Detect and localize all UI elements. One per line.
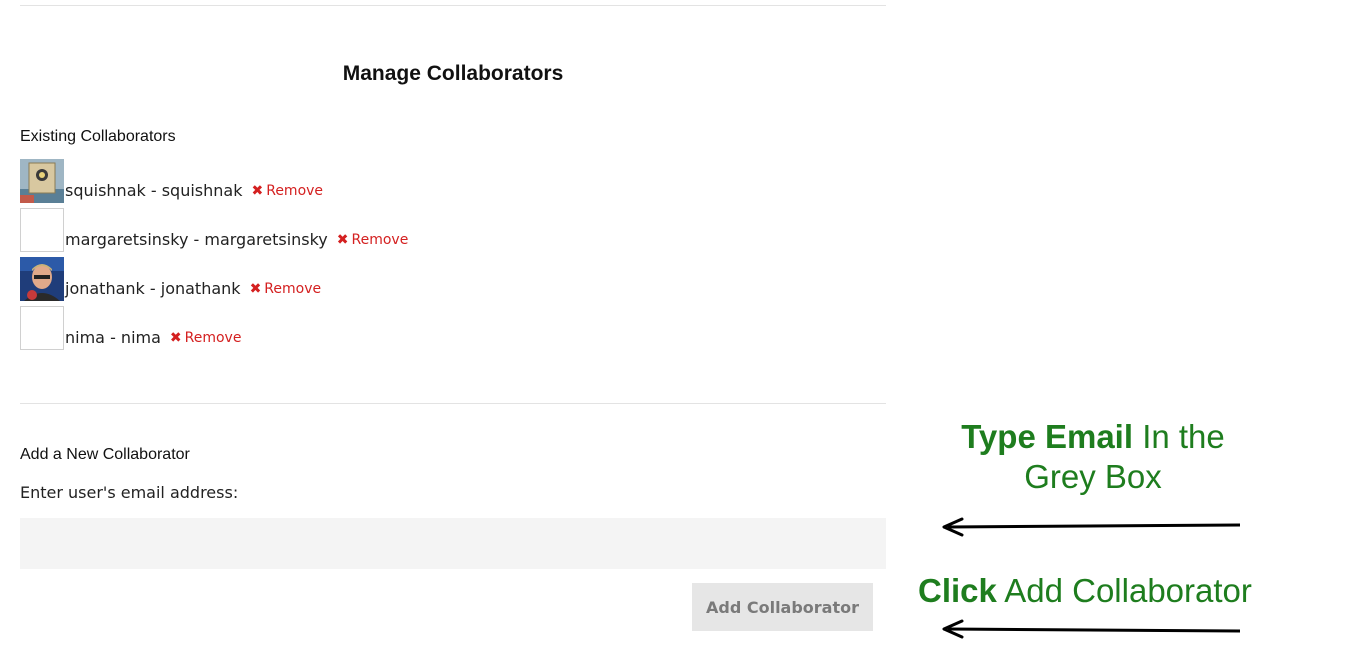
avatar [20,306,64,350]
collaborator-row: jonathank - jonathank ✖ Remove [20,255,321,301]
click-rest: Add Collaborator [1004,572,1252,609]
remove-label: Remove [184,330,242,346]
add-collaborator-heading: Add a New Collaborator [20,446,190,463]
page-title: Manage Collaborators [342,62,564,85]
remove-label: Remove [351,232,409,248]
email-input[interactable] [20,518,886,569]
section-divider [20,403,886,404]
collaborator-name: jonathank - jonathank [65,279,241,298]
x-icon: ✖ [169,330,182,346]
type-email-line2: Grey Box [1024,458,1162,495]
remove-link[interactable]: ✖ Remove [170,328,242,348]
remove-link[interactable]: ✖ Remove [251,181,323,201]
collaborator-row: squishnak - squishnak ✖ Remove [20,157,323,203]
top-divider [20,5,886,6]
collaborator-row: nima - nima ✖ Remove [20,304,241,350]
type-email-bold: Type Email [961,418,1134,455]
avatar [20,257,64,301]
existing-collaborators-heading: Existing Collaborators [20,128,176,145]
click-add-note: Click Add Collaborator [918,571,1313,611]
x-icon: ✖ [249,281,262,297]
collaborator-name: nima - nima [65,328,161,347]
click-bold: Click [918,572,997,609]
remove-label: Remove [264,281,322,297]
remove-label: Remove [266,183,324,199]
left-arrow-icon [942,517,1241,537]
collaborator-name: squishnak - squishnak [65,181,243,200]
left-arrow-icon [942,619,1241,639]
remove-link[interactable]: ✖ Remove [337,230,409,250]
type-email-rest: In the [1142,418,1225,455]
x-icon: ✖ [251,183,264,199]
collaborator-row: margaretsinsky - margaretsinsky ✖ Remove [20,206,408,252]
add-collaborator-button[interactable]: Add Collaborator [692,583,873,631]
type-email-note: Type Email In the Grey Box [918,417,1268,497]
remove-link[interactable]: ✖ Remove [250,279,322,299]
x-icon: ✖ [336,232,349,248]
avatar [20,159,64,203]
collaborator-name: margaretsinsky - margaretsinsky [65,230,328,249]
email-prompt: Enter user's email address: [20,483,239,502]
avatar [20,208,64,252]
